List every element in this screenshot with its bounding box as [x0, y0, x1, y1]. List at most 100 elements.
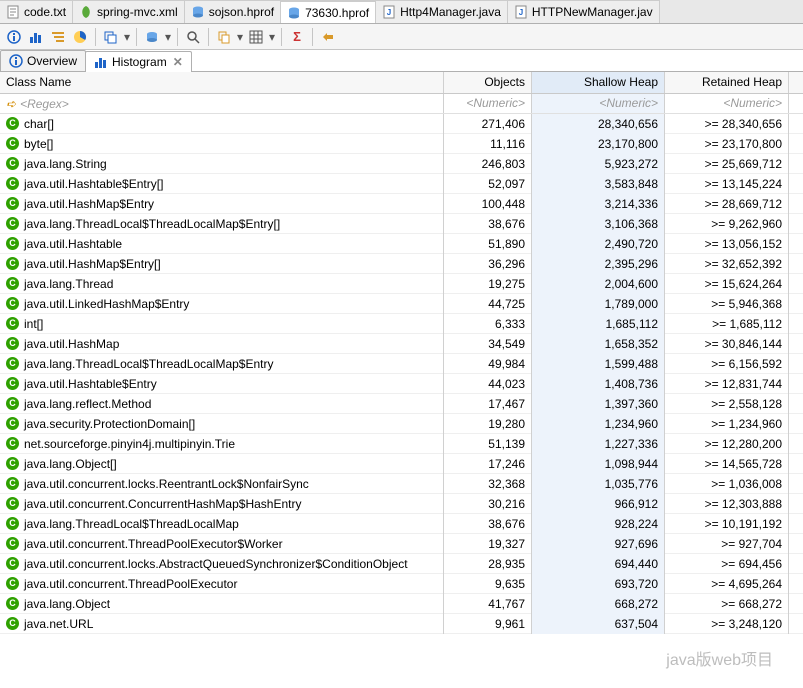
class-icon: C	[6, 357, 19, 370]
cell-shallow: 3,583,848	[532, 174, 665, 194]
editor-tab[interactable]: JHTTPNewManager.jav	[508, 0, 660, 23]
tree-icon[interactable]	[48, 27, 68, 47]
cell-class-name: Cjava.lang.Object	[0, 594, 444, 614]
table-row[interactable]: Cjava.util.concurrent.ThreadPoolExecutor…	[0, 574, 803, 594]
editor-tab[interactable]: 73630.hprof	[281, 0, 376, 23]
table-row[interactable]: Cbyte[]11,11623,170,800>= 23,170,800	[0, 134, 803, 154]
editor-tab[interactable]: sojson.hprof	[185, 0, 281, 23]
cell-class-name: Cjava.util.LinkedHashMap$Entry	[0, 294, 444, 314]
table-row[interactable]: Cjava.util.concurrent.ThreadPoolExecutor…	[0, 534, 803, 554]
cell-class-name: Cjava.util.Hashtable	[0, 234, 444, 254]
table-row[interactable]: Cjava.lang.Object[]17,2461,098,944>= 14,…	[0, 454, 803, 474]
class-icon: C	[6, 497, 19, 510]
table-row[interactable]: Cjava.util.HashMap$Entry[]36,2962,395,29…	[0, 254, 803, 274]
cell-class-name: Cjava.util.Hashtable$Entry	[0, 374, 444, 394]
table-row[interactable]: Cjava.lang.Object41,767668,272>= 668,272	[0, 594, 803, 614]
nav-icon[interactable]	[318, 27, 338, 47]
table-row[interactable]: Cjava.lang.Thread19,2752,004,600>= 15,62…	[0, 274, 803, 294]
cell-objects: 44,725	[444, 294, 532, 314]
editor-tab[interactable]: JHttp4Manager.java	[376, 0, 508, 23]
cell-retained: >= 25,669,712	[665, 154, 789, 174]
column-retained[interactable]: Retained Heap	[665, 72, 789, 93]
copy-icon[interactable]	[214, 27, 234, 47]
cell-retained: >= 13,145,224	[665, 174, 789, 194]
class-icon: C	[6, 417, 19, 430]
table-row[interactable]: Cjava.lang.ThreadLocal$ThreadLocalMap$En…	[0, 354, 803, 374]
cell-objects: 41,767	[444, 594, 532, 614]
table-row[interactable]: Cjava.lang.reflect.Method17,4671,397,360…	[0, 394, 803, 414]
grid-body: Cchar[]271,40628,340,656>= 28,340,656Cby…	[0, 114, 803, 634]
table-row[interactable]: Cjava.util.concurrent.ConcurrentHashMap$…	[0, 494, 803, 514]
numeric-filter[interactable]: <Numeric>	[665, 94, 789, 113]
numeric-filter[interactable]: <Numeric>	[532, 94, 665, 113]
table-row[interactable]: Cjava.net.URL9,961637,504>= 3,248,120	[0, 614, 803, 634]
table-row[interactable]: Cjava.lang.ThreadLocal$ThreadLocalMap38,…	[0, 514, 803, 534]
table-row[interactable]: Cjava.security.ProtectionDomain[]19,2801…	[0, 414, 803, 434]
sigma-icon[interactable]: Σ	[287, 27, 307, 47]
column-shallow[interactable]: Shallow Heap	[532, 72, 665, 93]
filter-row[interactable]: ➪ <Regex> <Numeric> <Numeric> <Numeric>	[0, 94, 803, 114]
table-row[interactable]: Cjava.util.Hashtable$Entry44,0231,408,73…	[0, 374, 803, 394]
cell-objects: 51,890	[444, 234, 532, 254]
table-row[interactable]: Cnet.sourceforge.pinyin4j.multipinyin.Tr…	[0, 434, 803, 454]
regex-filter[interactable]: ➪ <Regex>	[0, 94, 444, 113]
table-row[interactable]: Cjava.util.concurrent.locks.ReentrantLoc…	[0, 474, 803, 494]
db-icon	[191, 5, 205, 19]
table-row[interactable]: Cjava.lang.ThreadLocal$ThreadLocalMap$En…	[0, 214, 803, 234]
leaf-icon	[79, 5, 93, 19]
search-icon[interactable]	[183, 27, 203, 47]
table-row[interactable]: Cjava.util.HashMap$Entry100,4483,214,336…	[0, 194, 803, 214]
pie-icon[interactable]	[70, 27, 90, 47]
chevron-down-icon[interactable]: ▾	[268, 30, 276, 44]
tab-label: 73630.hprof	[305, 6, 369, 20]
cell-shallow: 637,504	[532, 614, 665, 634]
inner-tab-overview[interactable]: Overview	[0, 50, 86, 71]
stack-icon[interactable]	[101, 27, 121, 47]
editor-tab[interactable]: code.txt	[0, 0, 73, 23]
table-row[interactable]: Cjava.lang.String246,8035,923,272>= 25,6…	[0, 154, 803, 174]
chevron-down-icon[interactable]: ▾	[123, 30, 131, 44]
class-name-text: java.lang.Object[]	[24, 457, 117, 471]
column-class-name[interactable]: Class Name	[0, 72, 444, 93]
info-icon[interactable]	[4, 27, 24, 47]
cell-objects: 9,635	[444, 574, 532, 594]
inner-tab-histogram[interactable]: Histogram✕	[85, 51, 192, 72]
cell-class-name: Cjava.lang.reflect.Method	[0, 394, 444, 414]
cell-objects: 52,097	[444, 174, 532, 194]
table-row[interactable]: Cint[]6,3331,685,112>= 1,685,112	[0, 314, 803, 334]
cell-retained: >= 12,280,200	[665, 434, 789, 454]
class-name-text: java.util.Hashtable$Entry	[24, 377, 157, 391]
db-icon[interactable]	[142, 27, 162, 47]
cell-objects: 51,139	[444, 434, 532, 454]
cell-class-name: Cjava.util.HashMap$Entry	[0, 194, 444, 214]
table-row[interactable]: Cchar[]271,40628,340,656>= 28,340,656	[0, 114, 803, 134]
editor-tab[interactable]: spring-mvc.xml	[73, 0, 185, 23]
table-row[interactable]: Cjava.util.Hashtable$Entry[]52,0973,583,…	[0, 174, 803, 194]
table-row[interactable]: Cjava.util.LinkedHashMap$Entry44,7251,78…	[0, 294, 803, 314]
class-icon: C	[6, 117, 19, 130]
cell-class-name: Cjava.util.concurrent.ThreadPoolExecutor	[0, 574, 444, 594]
table-row[interactable]: Cjava.util.Hashtable51,8902,490,720>= 13…	[0, 234, 803, 254]
chevron-down-icon[interactable]: ▾	[164, 30, 172, 44]
grid-icon[interactable]	[246, 27, 266, 47]
class-name-text: java.lang.Thread	[24, 277, 113, 291]
toolbar: ▾ ▾ ▾ ▾ Σ	[0, 24, 803, 50]
chevron-down-icon[interactable]: ▾	[236, 30, 244, 44]
numeric-filter[interactable]: <Numeric>	[444, 94, 532, 113]
table-row[interactable]: Cjava.util.HashMap34,5491,658,352>= 30,8…	[0, 334, 803, 354]
cell-shallow: 668,272	[532, 594, 665, 614]
db-icon	[287, 6, 301, 20]
cell-shallow: 693,720	[532, 574, 665, 594]
close-icon[interactable]: ✕	[173, 55, 183, 69]
cell-shallow: 966,912	[532, 494, 665, 514]
cell-retained: >= 668,272	[665, 594, 789, 614]
cell-shallow: 1,789,000	[532, 294, 665, 314]
histogram-icon[interactable]	[26, 27, 46, 47]
table-row[interactable]: Cjava.util.concurrent.locks.AbstractQueu…	[0, 554, 803, 574]
class-name-text: java.util.concurrent.ThreadPoolExecutor	[24, 577, 237, 591]
cell-shallow: 1,098,944	[532, 454, 665, 474]
column-objects[interactable]: Objects	[444, 72, 532, 93]
cell-objects: 17,246	[444, 454, 532, 474]
cell-shallow: 1,408,736	[532, 374, 665, 394]
cell-class-name: Cjava.lang.Thread	[0, 274, 444, 294]
